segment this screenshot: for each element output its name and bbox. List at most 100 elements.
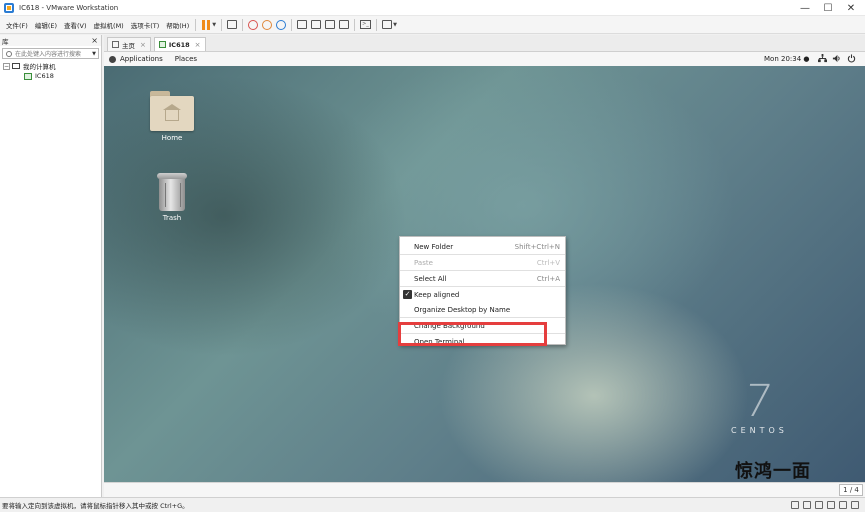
menu-vm[interactable]: 虚拟机(M) bbox=[91, 20, 127, 30]
send-ctrl-alt-del-button[interactable] bbox=[227, 18, 238, 32]
device-icons bbox=[787, 501, 859, 509]
console-view-button[interactable]: >_ bbox=[360, 18, 372, 32]
gnome-bottom-bar: 1 / 4 bbox=[104, 482, 865, 497]
thumbnail-bar-button[interactable] bbox=[311, 18, 322, 32]
annotation-highlight-box bbox=[398, 322, 547, 346]
usb-icon[interactable] bbox=[827, 501, 835, 509]
menu-item-paste: Paste Ctrl+V bbox=[400, 255, 565, 270]
display-icon[interactable] bbox=[851, 501, 859, 509]
applications-menu[interactable]: Applications bbox=[120, 55, 163, 63]
chevron-down-icon: ▼ bbox=[212, 21, 217, 28]
close-button[interactable]: ✕ bbox=[836, 0, 865, 16]
tab-label: IC618 bbox=[168, 40, 190, 49]
menu-item-label: Select All bbox=[414, 274, 447, 283]
tree-item-my-computer[interactable]: − 我的计算机 bbox=[0, 61, 101, 71]
stretch-guest-button[interactable]: ▼ bbox=[382, 18, 397, 32]
status-message: 要将输入定向到该虚拟机，请将鼠标指针移入其中或按 Ctrl+G。 bbox=[2, 502, 189, 510]
title-bar: IC618 - VMware Workstation — ☐ ✕ bbox=[0, 0, 865, 16]
thumbnail-icon bbox=[311, 20, 322, 29]
menu-item-label: Paste bbox=[414, 258, 433, 267]
menu-item-keep-aligned[interactable]: ✓ Keep aligned bbox=[400, 287, 565, 302]
vm-console[interactable]: Applications Places Mon 20:34 ● Home Tra… bbox=[104, 52, 865, 497]
snapshot-clock-icon bbox=[248, 19, 259, 30]
menu-item-organize-desktop[interactable]: Organize Desktop by Name bbox=[400, 302, 565, 317]
library-title: 库 bbox=[2, 37, 9, 46]
menu-item-shortcut: Shift+Ctrl+N bbox=[514, 242, 560, 251]
trash-desktop-icon[interactable]: Trash bbox=[137, 173, 207, 222]
full-screen-icon bbox=[325, 20, 336, 29]
places-menu[interactable]: Places bbox=[175, 55, 197, 63]
gnome-foot-icon bbox=[109, 55, 116, 63]
tree-item-label: IC618 bbox=[35, 72, 54, 80]
tab-ic618[interactable]: IC618 × bbox=[153, 37, 206, 51]
desktop-icon-label: Home bbox=[161, 134, 183, 142]
toolbar-separator bbox=[195, 18, 197, 31]
unity-button[interactable] bbox=[339, 18, 350, 32]
vm-icon bbox=[158, 41, 166, 48]
chevron-down-icon[interactable]: ▼ bbox=[92, 51, 96, 57]
library-close-button[interactable]: × bbox=[91, 36, 98, 45]
vm-icon bbox=[24, 72, 32, 80]
menu-edit[interactable]: 编辑(E) bbox=[32, 20, 60, 30]
show-library-button[interactable] bbox=[297, 18, 308, 32]
volume-icon[interactable] bbox=[832, 54, 841, 63]
network-icon[interactable] bbox=[818, 54, 827, 63]
menu-item-label: Keep aligned bbox=[414, 290, 460, 299]
watermark-text: 惊鸿一面 bbox=[735, 461, 811, 482]
network-adapter-icon[interactable] bbox=[815, 501, 823, 509]
clock[interactable]: Mon 20:34 ● bbox=[764, 55, 810, 63]
toolbar-separator bbox=[354, 18, 356, 31]
pause-icon bbox=[201, 19, 211, 30]
sound-icon[interactable] bbox=[839, 501, 847, 509]
toolbar-separator bbox=[291, 18, 293, 31]
pause-button[interactable]: ▼ bbox=[201, 18, 216, 32]
menu-toolbar: 文件(F) 编辑(E) 查看(V) 虚拟机(M) 选项卡(T) 帮助(H) ▼ … bbox=[0, 16, 865, 34]
home-folder-icon[interactable]: Home bbox=[137, 91, 207, 142]
menu-help[interactable]: 帮助(H) bbox=[163, 20, 192, 30]
menu-tabs[interactable]: 选项卡(T) bbox=[128, 20, 163, 30]
search-icon bbox=[6, 50, 12, 57]
toolbar-separator bbox=[221, 18, 223, 31]
snapshot-manager-button[interactable] bbox=[276, 18, 287, 32]
full-screen-button[interactable] bbox=[325, 18, 336, 32]
toolbar-separator bbox=[242, 18, 244, 31]
power-icon[interactable] bbox=[847, 54, 856, 63]
hard-disk-icon[interactable] bbox=[791, 501, 799, 509]
workspace-indicator[interactable]: 1 / 4 bbox=[839, 484, 863, 496]
home-icon bbox=[112, 41, 119, 48]
menu-view[interactable]: 查看(V) bbox=[61, 20, 90, 30]
unity-icon bbox=[339, 20, 350, 29]
trash-icon bbox=[157, 173, 187, 211]
desktop-icon-label: Trash bbox=[162, 214, 182, 222]
menu-file[interactable]: 文件(F) bbox=[3, 20, 31, 30]
terminal-icon: >_ bbox=[360, 20, 372, 29]
tree-item-label: 我的计算机 bbox=[23, 63, 56, 71]
menu-item-select-all[interactable]: Select All Ctrl+A bbox=[400, 271, 565, 286]
tab-strip: 主页 × IC618 × bbox=[104, 35, 865, 52]
tab-close-icon[interactable]: × bbox=[140, 41, 146, 49]
revert-snapshot-button[interactable] bbox=[262, 18, 273, 32]
library-panel: 库 × 在此处键入内容进行搜索 ▼ − 我的计算机 IC618 bbox=[0, 35, 102, 497]
status-bar: 要将输入定向到该虚拟机，请将鼠标指针移入其中或按 Ctrl+G。 bbox=[0, 497, 865, 512]
stretch-icon bbox=[382, 20, 393, 29]
collapse-toggle[interactable]: − bbox=[3, 62, 10, 70]
library-header: 库 × bbox=[0, 35, 101, 46]
menu-item-label: Organize Desktop by Name bbox=[414, 305, 511, 314]
tab-home[interactable]: 主页 × bbox=[107, 37, 151, 51]
checkbox-checked-icon[interactable]: ✓ bbox=[403, 290, 412, 299]
toolbar-separator bbox=[376, 18, 378, 31]
tree-item-ic618[interactable]: IC618 bbox=[0, 71, 101, 81]
library-search-input[interactable]: 在此处键入内容进行搜索 ▼ bbox=[2, 48, 99, 59]
library-search-placeholder: 在此处键入内容进行搜索 bbox=[15, 51, 82, 58]
tab-close-icon[interactable]: × bbox=[195, 41, 201, 49]
desktop[interactable]: Home Trash 7 CENTOS New Folder Shift+Ctr… bbox=[104, 66, 865, 482]
cd-drive-icon[interactable] bbox=[803, 501, 811, 509]
revert-icon bbox=[262, 19, 273, 30]
menu-item-new-folder[interactable]: New Folder Shift+Ctrl+N bbox=[400, 239, 565, 254]
centos-logo-seven: 7 bbox=[740, 376, 776, 427]
chevron-down-icon: ▼ bbox=[393, 21, 397, 28]
gnome-top-bar: Applications Places Mon 20:34 ● bbox=[104, 52, 865, 66]
snapshot-button[interactable] bbox=[248, 18, 259, 32]
menu-item-shortcut: Ctrl+A bbox=[536, 274, 560, 283]
library-view-icon bbox=[297, 20, 308, 29]
